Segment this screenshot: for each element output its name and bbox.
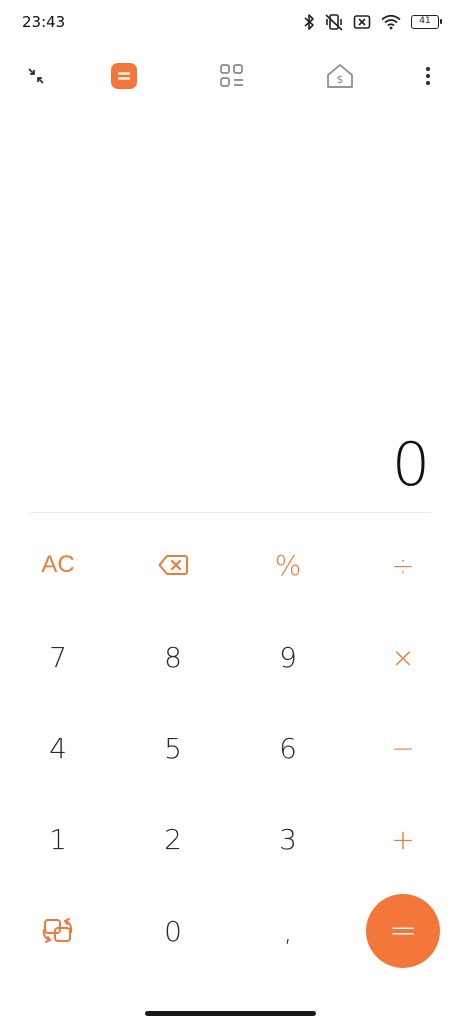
currency-house-icon: $ bbox=[327, 64, 353, 88]
converter-grid-icon bbox=[220, 64, 243, 87]
display-value: 0 bbox=[391, 430, 430, 500]
vibrate-off-icon bbox=[324, 13, 344, 31]
digit-4-button[interactable]: 4 bbox=[8, 708, 108, 788]
collapse-icon[interactable] bbox=[16, 56, 56, 96]
more-vert-icon[interactable] bbox=[408, 56, 448, 96]
calculator-icon bbox=[111, 63, 137, 89]
calculator-tab[interactable] bbox=[104, 56, 144, 96]
home-indicator[interactable] bbox=[145, 1011, 316, 1016]
status-icons: 41 bbox=[303, 12, 442, 32]
status-time: 23:43 bbox=[22, 13, 66, 31]
status-bar: 23:43 41 bbox=[0, 0, 461, 44]
svg-text:$: $ bbox=[337, 73, 344, 86]
converter-tab[interactable] bbox=[212, 56, 252, 96]
digit-3-button[interactable]: 3 bbox=[238, 799, 338, 879]
switch-mode-icon bbox=[42, 918, 73, 943]
plus-button[interactable]: + bbox=[353, 799, 453, 879]
result-display: 0 bbox=[30, 100, 431, 512]
digit-0-button[interactable]: 0 bbox=[123, 891, 223, 971]
toolbar: $ bbox=[0, 56, 461, 96]
minus-button[interactable]: − bbox=[353, 708, 453, 788]
display-divider bbox=[30, 512, 431, 513]
backspace-icon bbox=[158, 555, 188, 575]
clear-button[interactable]: AC bbox=[8, 525, 108, 605]
bluetooth-icon bbox=[303, 13, 315, 31]
multiply-button[interactable]: × bbox=[353, 617, 453, 697]
currency-tab[interactable]: $ bbox=[320, 56, 360, 96]
wifi-icon bbox=[380, 14, 402, 30]
percent-button[interactable]: % bbox=[238, 525, 338, 605]
backspace-button[interactable] bbox=[123, 525, 223, 605]
sim-off-icon bbox=[353, 14, 371, 30]
digit-9-button[interactable]: 9 bbox=[238, 617, 338, 697]
digit-6-button[interactable]: 6 bbox=[238, 708, 338, 788]
digit-1-button[interactable]: 1 bbox=[8, 799, 108, 879]
divide-button[interactable]: ÷ bbox=[353, 525, 453, 605]
digit-5-button[interactable]: 5 bbox=[123, 708, 223, 788]
battery-icon: 41 bbox=[411, 15, 442, 29]
switch-mode-button[interactable] bbox=[8, 891, 108, 971]
digit-2-button[interactable]: 2 bbox=[123, 799, 223, 879]
decimal-button[interactable]: , bbox=[238, 891, 338, 971]
digit-7-button[interactable]: 7 bbox=[8, 617, 108, 697]
digit-8-button[interactable]: 8 bbox=[123, 617, 223, 697]
equals-button[interactable]: = bbox=[366, 894, 440, 968]
